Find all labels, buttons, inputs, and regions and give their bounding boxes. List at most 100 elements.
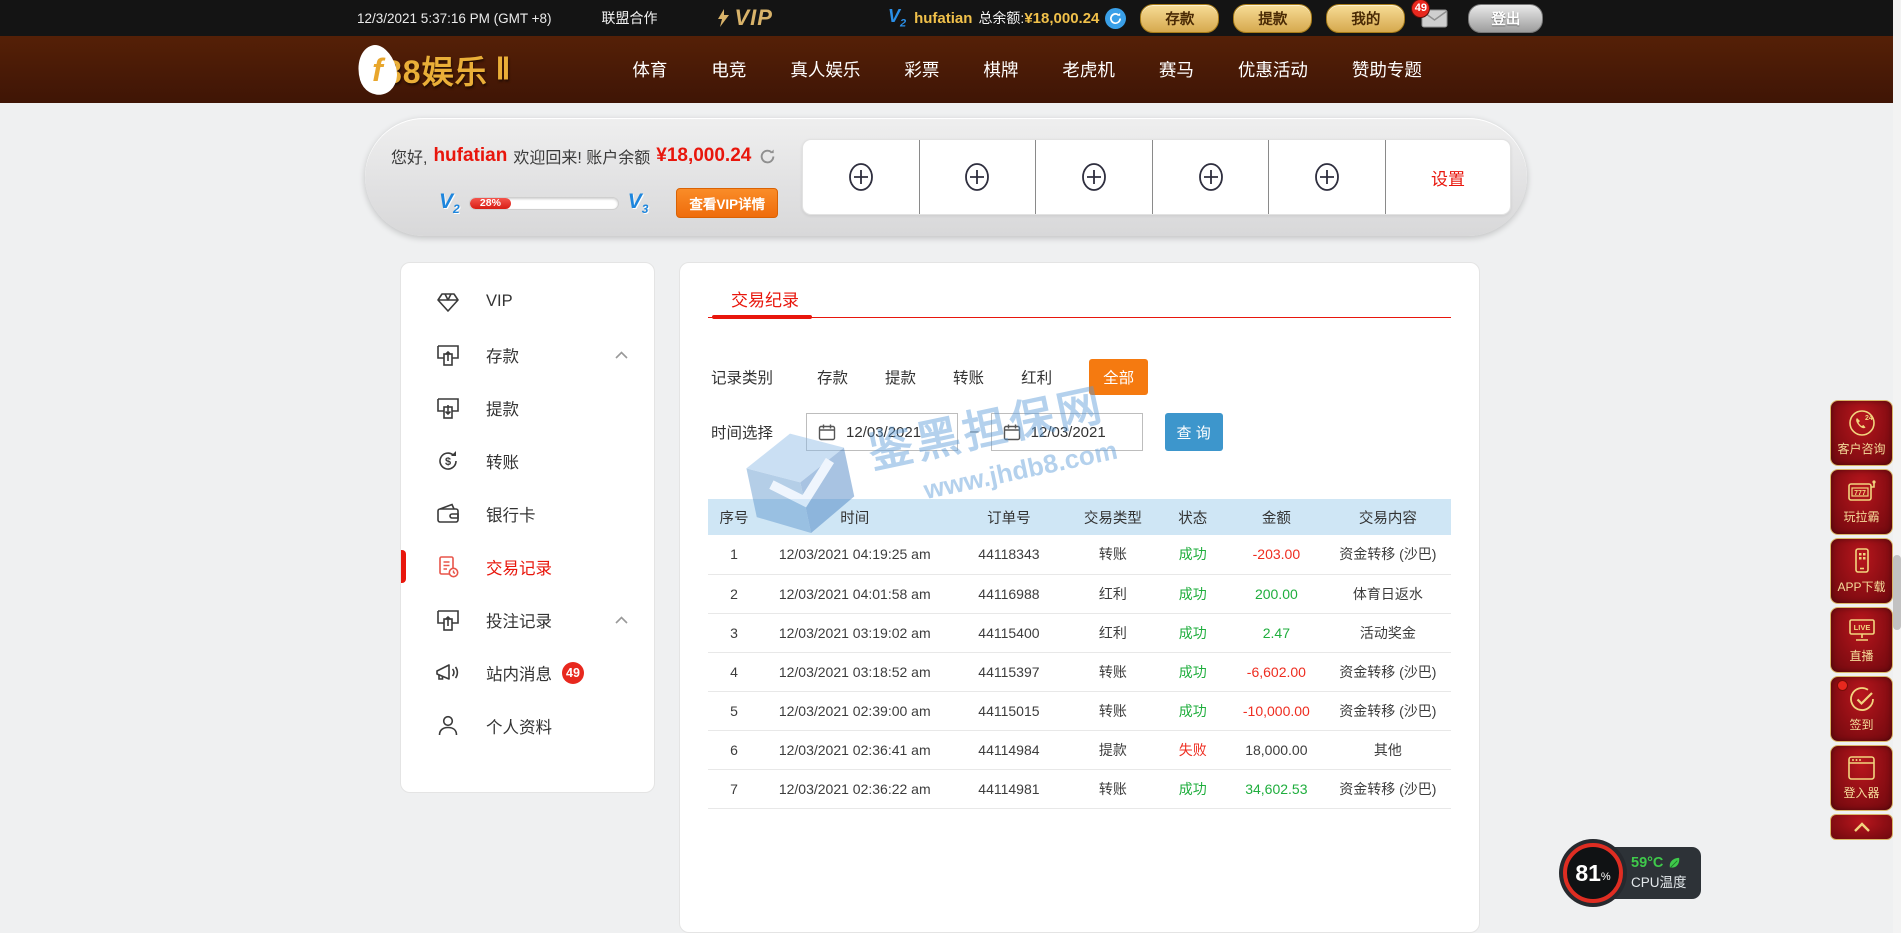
filter-bonus[interactable]: 红利: [1021, 366, 1052, 388]
calendar-icon: [818, 423, 836, 441]
mine-button[interactable]: 我的: [1326, 4, 1405, 33]
nav-menu: 体育 电竞 真人娱乐 彩票 棋牌 老虎机 赛马 优惠活动 赞助专题: [610, 57, 1444, 82]
cell-type: 提款: [1068, 730, 1157, 769]
col-amount: 金额: [1228, 499, 1325, 535]
cell-content: 资金转移 (沙巴): [1325, 769, 1451, 808]
search-button[interactable]: 查 询: [1165, 413, 1223, 451]
greeting-suffix: 欢迎回来! 账户余额: [513, 144, 650, 168]
greeting-prefix: 您好,: [391, 144, 427, 168]
vip-logo[interactable]: VIP: [715, 5, 772, 31]
plus-circle-icon: [1196, 160, 1226, 194]
cell-type: 转账: [1068, 652, 1157, 691]
cell-no: 5: [708, 691, 760, 730]
messages-badge: 49: [562, 662, 584, 684]
nav-item-sponsorship[interactable]: 赞助专题: [1330, 57, 1444, 82]
play-slots-button[interactable]: 777 玩拉霸: [1830, 469, 1893, 535]
cell-content: 其他: [1325, 730, 1451, 769]
quick-add-slot-3[interactable]: [1036, 140, 1153, 214]
phone-24-icon: 24: [1848, 409, 1876, 437]
table-row: 4 12/03/2021 03:18:52 am 44115397 转账 成功 …: [708, 652, 1451, 691]
date-filter-row: 时间选择 12/03/2021 – 12/03/2021 查 询: [711, 413, 1223, 451]
cell-status: 成功: [1158, 769, 1229, 808]
launcher-button[interactable]: 登入器: [1830, 745, 1893, 811]
col-order: 订单号: [949, 499, 1068, 535]
cell-status: 成功: [1158, 535, 1229, 574]
scrollbar-thumb[interactable]: [1893, 555, 1901, 630]
plus-circle-icon: [1079, 160, 1109, 194]
cell-amount: 18,000.00: [1228, 730, 1325, 769]
cell-time: 12/03/2021 04:01:58 am: [760, 574, 949, 613]
cell-content: 资金转移 (沙巴): [1325, 691, 1451, 730]
nav-item-lottery[interactable]: 彩票: [882, 57, 961, 82]
cell-no: 4: [708, 652, 760, 691]
refresh-account-icon[interactable]: [759, 148, 776, 165]
datetime: 12/3/2021 5:37:16 PM (GMT +8): [357, 11, 551, 26]
quick-add-slot-2[interactable]: [920, 140, 1037, 214]
cell-type: 红利: [1068, 574, 1157, 613]
cell-no: 1: [708, 535, 760, 574]
nav-item-horse-racing[interactable]: 赛马: [1137, 57, 1216, 82]
svg-text:24: 24: [1865, 415, 1873, 422]
scroll-top-button[interactable]: [1830, 814, 1893, 840]
balance-value: ¥18,000.24: [1024, 10, 1099, 27]
sidebar-item-withdraw[interactable]: 提款: [401, 381, 654, 434]
nav-item-board-games[interactable]: 棋牌: [961, 57, 1040, 82]
cell-status: 成功: [1158, 574, 1229, 613]
chevron-up-icon[interactable]: [615, 351, 628, 359]
cell-no: 6: [708, 730, 760, 769]
nav-item-esports[interactable]: 电竞: [689, 57, 768, 82]
col-no: 序号: [708, 499, 760, 535]
date-to-input[interactable]: 12/03/2021: [991, 413, 1143, 451]
wallet-icon: [434, 500, 461, 527]
affiliate-link[interactable]: 联盟合作: [601, 8, 657, 28]
logout-button[interactable]: 登出: [1468, 4, 1543, 33]
cell-status: 成功: [1158, 652, 1229, 691]
cell-content: 活动奖金: [1325, 613, 1451, 652]
sidebar-item-profile[interactable]: 个人资料: [401, 699, 654, 752]
nav-item-live-casino[interactable]: 真人娱乐: [768, 57, 882, 82]
sidebar-item-transactions[interactable]: 交易记录: [401, 540, 654, 593]
cpu-usage-gauge: 81%: [1563, 843, 1623, 903]
sidebar-item-messages[interactable]: 站内消息 49: [401, 646, 654, 699]
cell-type: 转账: [1068, 691, 1157, 730]
filter-all-active[interactable]: 全部: [1089, 359, 1148, 395]
table-row: 3 12/03/2021 03:19:02 am 44115400 红利 成功 …: [708, 613, 1451, 652]
app-download-button[interactable]: APP下载: [1830, 538, 1893, 604]
sidebar-item-vip[interactable]: VIP: [401, 275, 654, 328]
vip-detail-button[interactable]: 查看VIP详情: [676, 188, 778, 218]
settings-button[interactable]: 设置: [1386, 140, 1510, 214]
sidebar-item-bank-card[interactable]: 银行卡: [401, 487, 654, 540]
quick-add-slot-5[interactable]: [1269, 140, 1386, 214]
cell-content: 资金转移 (沙巴): [1325, 535, 1451, 574]
nav-item-promotions[interactable]: 优惠活动: [1216, 57, 1330, 82]
sidebar-item-deposit[interactable]: 存款: [401, 328, 654, 381]
tab-transaction-records[interactable]: 交易纪录: [731, 286, 799, 311]
withdraw-button[interactable]: 提款: [1233, 4, 1312, 33]
nav-item-slots[interactable]: 老虎机: [1040, 57, 1137, 82]
sidebar-item-bet-records[interactable]: 投注记录: [401, 593, 654, 646]
mail-icon[interactable]: 49: [1421, 9, 1448, 28]
date-from-input[interactable]: 12/03/2021: [806, 413, 958, 451]
refresh-balance-icon[interactable]: [1105, 8, 1126, 29]
cell-status: 成功: [1158, 613, 1229, 652]
table-header-row: 序号 时间 订单号 交易类型 状态 金额 交易内容: [708, 499, 1451, 535]
check-in-button[interactable]: 签到: [1830, 676, 1893, 742]
filter-deposit[interactable]: 存款: [817, 366, 848, 388]
live-monitor-icon: LIVE: [1848, 617, 1876, 644]
vip-level-to: V3: [628, 190, 649, 216]
chevron-up-icon[interactable]: [615, 616, 628, 624]
live-stream-button[interactable]: LIVE 直播: [1830, 607, 1893, 673]
site-logo[interactable]: f 88娱乐 Ⅱ: [358, 45, 510, 95]
check-circle-icon: [1848, 685, 1876, 713]
quick-add-slot-4[interactable]: [1153, 140, 1270, 214]
filter-withdraw[interactable]: 提款: [885, 366, 916, 388]
sidebar-item-transfer[interactable]: $ 转账: [401, 434, 654, 487]
nav-item-sports[interactable]: 体育: [610, 57, 689, 82]
vip-level-badge: V2: [888, 6, 906, 30]
cell-time: 12/03/2021 02:36:22 am: [760, 769, 949, 808]
deposit-button[interactable]: 存款: [1140, 4, 1219, 33]
filter-transfer[interactable]: 转账: [953, 366, 984, 388]
customer-service-button[interactable]: 24 客户咨询: [1830, 400, 1893, 466]
quick-add-slot-1[interactable]: [803, 140, 920, 214]
cell-order: 44115015: [949, 691, 1068, 730]
